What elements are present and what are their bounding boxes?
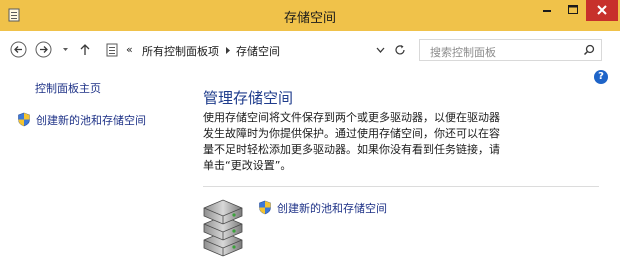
page-description: 使用存储空间将文件保存到两个或更多驱动器，以便在驱动器发生故障时为你提供保护。通…: [203, 111, 500, 172]
search-icon[interactable]: [583, 44, 595, 56]
control-panel-folder-icon: [106, 43, 118, 57]
page-heading: 管理存储空间: [203, 89, 294, 107]
search-placeholder: 搜索控制面板: [430, 46, 496, 59]
minimize-button[interactable]: [534, 0, 560, 21]
back-button[interactable]: [10, 41, 27, 58]
forward-button[interactable]: [35, 41, 52, 58]
breadcrumb-storage-spaces[interactable]: 存储空间: [236, 43, 280, 59]
uac-shield-icon: [18, 112, 30, 127]
breadcrumb-chevron-icon[interactable]: [225, 46, 231, 55]
refresh-icon[interactable]: [393, 43, 407, 57]
breadcrumb-overflow[interactable]: «: [126, 43, 133, 56]
left-create-pool-label: 创建新的池和存储空间: [36, 114, 146, 127]
uac-shield-icon: [259, 200, 271, 215]
up-arrow-icon[interactable]: [78, 41, 92, 58]
control-panel-home-link[interactable]: 控制面板主页: [35, 80, 101, 96]
address-dropdown-icon[interactable]: [376, 46, 385, 54]
address-bar[interactable]: « 所有控制面板项 存储空间: [101, 39, 419, 61]
search-box[interactable]: 搜索控制面板: [419, 39, 602, 61]
section-divider: [203, 186, 599, 187]
help-icon[interactable]: ?: [594, 70, 608, 84]
storage-drives-icon: [203, 199, 243, 257]
minimize-icon: [543, 10, 551, 12]
maximize-icon: [568, 5, 578, 14]
window-title: 存储空间: [283, 11, 336, 26]
title-bar: 存储空间: [0, 0, 620, 31]
recent-locations-dropdown-icon[interactable]: [61, 41, 70, 58]
create-pool-label: 创建新的池和存储空间: [277, 202, 387, 215]
close-button[interactable]: [586, 0, 618, 21]
close-icon: [597, 5, 607, 15]
navigation-bar: « 所有控制面板项 存储空间 搜索控制面板: [0, 31, 620, 66]
breadcrumb-all-control-panel-items[interactable]: 所有控制面板项: [142, 43, 219, 59]
maximize-button[interactable]: [560, 0, 586, 21]
